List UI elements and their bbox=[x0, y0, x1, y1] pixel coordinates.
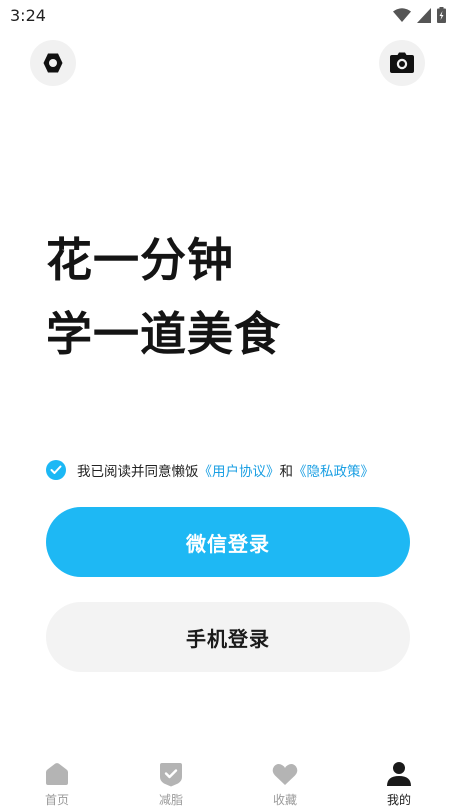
wechat-login-button[interactable]: 微信登录 bbox=[46, 507, 410, 577]
status-bar: 3:24 bbox=[0, 0, 456, 30]
tab-fat-loss-label: 减脂 bbox=[158, 793, 183, 807]
tab-home[interactable]: 首页 bbox=[0, 755, 114, 811]
tab-home-label: 首页 bbox=[44, 793, 69, 807]
user-agreement-link[interactable]: 《用户协议》 bbox=[199, 460, 280, 480]
home-icon bbox=[46, 763, 68, 785]
tab-mine[interactable]: 我的 bbox=[342, 755, 456, 811]
shield-check-icon bbox=[160, 762, 182, 786]
phone-login-button[interactable]: 手机登录 bbox=[46, 602, 410, 672]
agreement-row: 我已阅读并同意懒饭 《用户协议》 和 《隐私政策》 bbox=[46, 459, 374, 481]
status-time: 3:24 bbox=[10, 6, 46, 25]
camera-icon bbox=[390, 52, 414, 73]
agreement-text: 我已阅读并同意懒饭 bbox=[77, 464, 199, 480]
battery-icon bbox=[437, 7, 446, 23]
wifi-icon bbox=[393, 7, 411, 22]
bottom-tab-bar: 首页 减脂 收藏 我的 bbox=[0, 755, 456, 811]
agreement-conjunction: 和 bbox=[279, 464, 294, 480]
headline-line-1: 花一分钟 bbox=[46, 233, 234, 287]
agreement-checkbox[interactable] bbox=[46, 460, 66, 480]
tab-favorites-label: 收藏 bbox=[272, 793, 297, 807]
camera-button[interactable] bbox=[379, 40, 425, 86]
tab-favorites[interactable]: 收藏 bbox=[228, 755, 342, 811]
tab-fat-loss[interactable]: 减脂 bbox=[114, 755, 228, 811]
status-icons bbox=[393, 6, 446, 24]
person-icon bbox=[387, 762, 411, 786]
signal-icon bbox=[417, 7, 431, 23]
headline-line-2: 学一道美食 bbox=[46, 307, 281, 361]
tab-mine-label: 我的 bbox=[386, 793, 411, 807]
privacy-policy-link[interactable]: 《隐私政策》 bbox=[293, 460, 374, 480]
settings-button[interactable] bbox=[30, 40, 76, 86]
heart-icon bbox=[272, 763, 298, 785]
check-icon bbox=[50, 465, 62, 474]
settings-icon bbox=[43, 53, 63, 73]
